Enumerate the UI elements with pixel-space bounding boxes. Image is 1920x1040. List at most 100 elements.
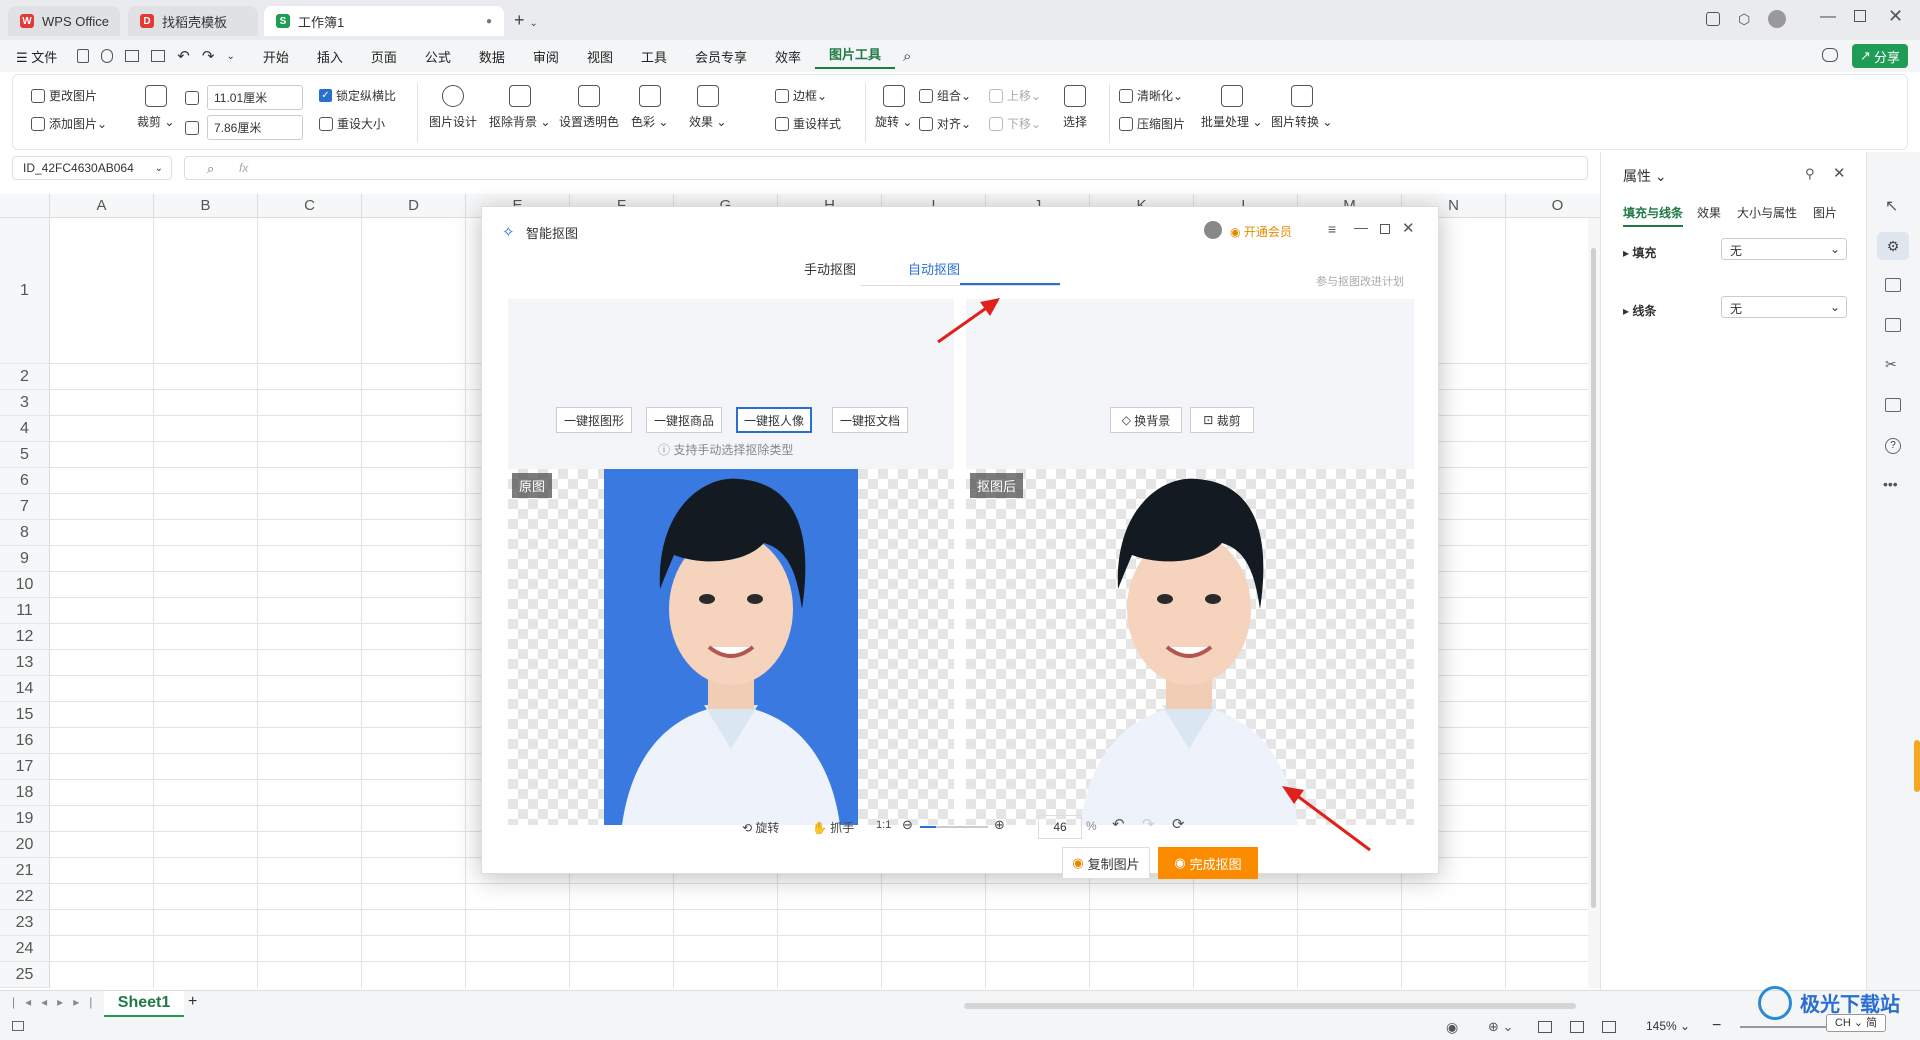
redo-icon[interactable]: ↷ xyxy=(202,47,215,65)
line-section-label[interactable]: ▸ 线条 xyxy=(1623,302,1656,319)
color-button[interactable]: 色彩 ⌄ xyxy=(631,85,668,130)
menu-efficiency[interactable]: 效率 xyxy=(761,47,815,66)
chevron-down-icon[interactable]: ⌄ xyxy=(226,51,234,62)
group-button[interactable]: 组合 ⌄ xyxy=(919,87,971,104)
row-header[interactable]: 15 xyxy=(0,702,50,728)
cutout-portrait-button[interactable]: 一键抠人像 xyxy=(736,407,812,433)
reset-size-button[interactable]: 重设大小 xyxy=(319,115,385,132)
reset-style-button[interactable]: 重设样式 xyxy=(775,115,841,132)
menu-formula[interactable]: 公式 xyxy=(411,47,465,66)
redo-icon[interactable]: ↷ xyxy=(1142,815,1155,833)
menu-picture-tools[interactable]: 图片工具 xyxy=(815,44,896,69)
tools-icon[interactable]: ✂ xyxy=(1885,356,1897,373)
column-header[interactable]: A xyxy=(50,194,154,218)
normal-view-icon[interactable] xyxy=(1538,1021,1552,1033)
vertical-scrollbar[interactable] xyxy=(1588,218,1600,988)
select-all-corner[interactable] xyxy=(0,194,50,218)
row-header[interactable]: 11 xyxy=(0,598,50,624)
compress-button[interactable]: 压缩图片 xyxy=(1119,115,1185,132)
chat-icon[interactable] xyxy=(1822,48,1838,62)
row-header[interactable]: 7 xyxy=(0,494,50,520)
row-header[interactable]: 23 xyxy=(0,910,50,936)
panel-tab-picture[interactable]: 图片 xyxy=(1813,204,1837,221)
tab-docer[interactable]: D 找稻壳模板 xyxy=(128,6,258,36)
search-icon[interactable]: ⌕ xyxy=(903,48,911,65)
select-button[interactable]: 选择 xyxy=(1063,85,1087,130)
page-layout-icon[interactable] xyxy=(1570,1021,1584,1033)
maximize-button[interactable] xyxy=(1854,10,1866,22)
original-canvas[interactable]: 原图 xyxy=(508,469,954,825)
row-header[interactable]: 1 xyxy=(0,218,50,364)
sheet-tab[interactable]: Sheet1 xyxy=(104,991,184,1017)
window-layout-icon[interactable] xyxy=(1706,12,1720,26)
crop-button[interactable]: 裁剪 ⌄ xyxy=(137,85,174,130)
new-tab-button[interactable]: + ⌄ xyxy=(514,10,538,31)
name-box[interactable]: ID_42FC4630AB064 ⌄ xyxy=(12,156,172,180)
tab-workbook[interactable]: S 工作簿1 ● xyxy=(264,6,504,36)
height-field[interactable]: 7.86厘米 xyxy=(185,115,303,140)
remove-background-button[interactable]: 抠除背景 ⌄ xyxy=(489,85,550,130)
row-header[interactable]: 8 xyxy=(0,520,50,546)
tab-auto-cutout[interactable]: 自动抠图 xyxy=(884,259,984,278)
sheet-nav-arrows[interactable]: |◂◂▸▸| xyxy=(12,995,102,1009)
zoom-in-icon[interactable]: ⊕ xyxy=(994,817,1005,833)
row-header[interactable]: 3 xyxy=(0,390,50,416)
sharpen-button[interactable]: 清晰化 ⌄ xyxy=(1119,87,1183,104)
menu-page[interactable]: 页面 xyxy=(357,47,411,66)
dialog-minimize-button[interactable]: — xyxy=(1354,219,1368,235)
picture-design-button[interactable]: 图片设计 xyxy=(429,85,477,130)
tab-manual-cutout[interactable]: 手动抠图 xyxy=(782,259,878,278)
menu-insert[interactable]: 插入 xyxy=(303,47,357,66)
add-picture-button[interactable]: 添加图片 ⌄ xyxy=(31,115,107,132)
reset-icon[interactable]: ⟳ xyxy=(1172,815,1185,833)
row-header[interactable]: 20 xyxy=(0,832,50,858)
eye-icon[interactable]: ◉ xyxy=(1446,1019,1458,1036)
more-icon[interactable]: ••• xyxy=(1883,476,1898,492)
column-header[interactable]: O xyxy=(1506,194,1610,218)
cube-icon[interactable]: ⬡ xyxy=(1738,11,1750,28)
row-header[interactable]: 5 xyxy=(0,442,50,468)
batch-process-button[interactable]: 批量处理 ⌄ xyxy=(1201,85,1262,130)
column-header[interactable]: B xyxy=(154,194,258,218)
finish-cutout-button[interactable]: ◉ 完成抠图 xyxy=(1158,847,1258,879)
hand-tool[interactable]: ✋ 抓手 xyxy=(812,819,854,836)
change-background-button[interactable]: ◇ 换背景 xyxy=(1110,407,1182,433)
set-transparent-button[interactable]: 设置透明色 xyxy=(559,85,619,130)
result-canvas[interactable]: 抠图后 xyxy=(966,469,1414,825)
row-header[interactable]: 18 xyxy=(0,780,50,806)
panel-tab-size[interactable]: 大小与属性 xyxy=(1737,204,1797,221)
menu-data[interactable]: 数据 xyxy=(465,47,519,66)
line-select[interactable]: 无 ⌄ xyxy=(1721,296,1847,318)
row-header[interactable]: 21 xyxy=(0,858,50,884)
macro-icon[interactable] xyxy=(12,1021,24,1031)
row-header[interactable]: 4 xyxy=(0,416,50,442)
share-button[interactable]: ↗ 分享 xyxy=(1852,44,1908,68)
copy-picture-button[interactable]: ◉ 复制图片 xyxy=(1062,847,1150,879)
print-icon[interactable] xyxy=(125,50,140,62)
row-header[interactable]: 13 xyxy=(0,650,50,676)
export-icon[interactable] xyxy=(101,49,114,63)
save-icon[interactable] xyxy=(77,49,90,63)
row-header[interactable]: 14 xyxy=(0,676,50,702)
help-icon[interactable]: ? xyxy=(1885,438,1901,454)
cutout-product-button[interactable]: 一键抠商品 xyxy=(646,407,722,433)
menu-review[interactable]: 审阅 xyxy=(519,47,573,66)
dialog-close-button[interactable]: ✕ xyxy=(1402,219,1415,237)
change-picture-button[interactable]: 更改图片 xyxy=(31,87,97,104)
lock-ratio-checkbox[interactable]: ✓ 锁定纵横比 xyxy=(319,87,396,104)
row-header[interactable]: 16 xyxy=(0,728,50,754)
actual-size-button[interactable]: 1:1 xyxy=(876,819,891,831)
target-icon[interactable]: ⊕ ⌄ xyxy=(1488,1019,1513,1035)
effects-button[interactable]: 效果 ⌄ xyxy=(689,85,726,130)
row-header[interactable]: 9 xyxy=(0,546,50,572)
zoom-level[interactable]: 145% ⌄ xyxy=(1646,1019,1690,1033)
settings-icon[interactable]: ⚙ xyxy=(1877,232,1909,260)
print-preview-icon[interactable] xyxy=(151,50,166,62)
menu-icon[interactable]: ≡ xyxy=(1328,221,1336,237)
pin-icon[interactable]: ⚲ xyxy=(1805,166,1815,182)
close-button[interactable]: ✕ xyxy=(1888,6,1903,27)
menu-vip[interactable]: 会员专享 xyxy=(681,47,761,66)
cutout-document-button[interactable]: 一键抠文档 xyxy=(832,407,908,433)
row-header[interactable]: 25 xyxy=(0,962,50,988)
row-header[interactable]: 12 xyxy=(0,624,50,650)
